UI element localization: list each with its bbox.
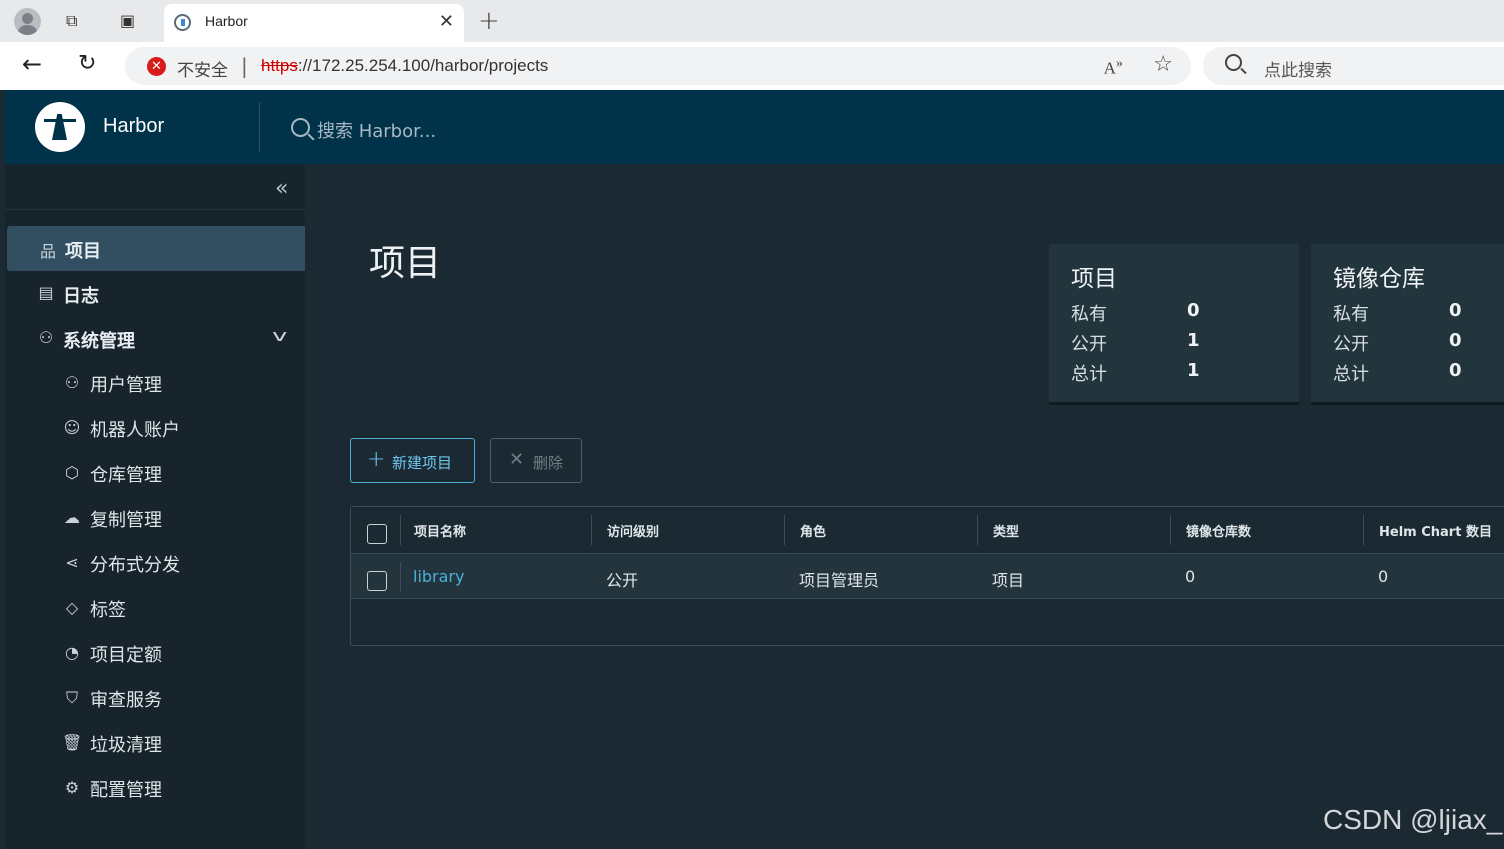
sidebar-item-projects[interactable]: 品 项目 — [7, 226, 305, 271]
back-arrow-icon[interactable]: ← — [22, 50, 42, 78]
replication-icon: ☁ — [64, 508, 80, 527]
tab-actions-icon[interactable]: ▣ — [120, 11, 135, 31]
sidebar-item-labels[interactable]: ◇ 标签 — [5, 586, 305, 631]
collections-icon[interactable]: ⧉ — [66, 11, 77, 31]
admin-icon: ⚇ — [38, 328, 54, 347]
plus-icon: + — [367, 447, 386, 472]
read-aloud-icon[interactable]: A» — [1104, 55, 1123, 79]
insecure-warning-icon[interactable]: ✕ — [147, 57, 166, 76]
profile-avatar[interactable] — [14, 8, 41, 35]
search-icon — [1225, 54, 1242, 71]
row-checkbox[interactable] — [367, 571, 387, 591]
collapse-sidebar-icon[interactable]: « — [275, 176, 288, 201]
sidebar-item-admin[interactable]: ⚇ 系统管理 v — [5, 316, 305, 361]
sidebar-item-replication[interactable]: ☁ 复制管理 — [5, 496, 305, 541]
app-header: Harbor 搜索 Harbor... — [5, 90, 1504, 164]
delete-button[interactable]: ✕ 删除 — [490, 438, 582, 483]
global-search-input[interactable]: 搜索 Harbor... — [291, 116, 591, 142]
projects-summary-card: 项目 私有 0 公开 1 总计 1 — [1049, 244, 1299, 402]
sidebar-item-gc[interactable]: 🗑 垃圾清理 — [5, 721, 305, 766]
sidebar-item-robot-accounts[interactable]: ☺ 机器人账户 — [5, 406, 305, 451]
brand-name[interactable]: Harbor — [103, 115, 164, 138]
refresh-icon[interactable]: ↻ — [78, 51, 96, 76]
trash-icon: 🗑 — [62, 733, 83, 752]
browser-tab-bar: ⧉ ▣ Harbor ✕ + — [0, 0, 1504, 42]
projects-table: 项目名称 访问级别 角色 类型 镜像仓库数 Helm Chart 数目 libr… — [350, 506, 1504, 646]
new-project-button[interactable]: + 新建项目 — [350, 438, 475, 483]
table-row[interactable]: library 公开 项目管理员 项目 0 0 — [351, 553, 1504, 599]
url-field[interactable]: ✕ 不安全 | https://172.25.254.100/harbor/pr… — [125, 47, 1191, 85]
tab-title: Harbor — [205, 13, 248, 29]
select-all-checkbox[interactable] — [367, 524, 387, 544]
url-text[interactable]: https://172.25.254.100/harbor/projects — [261, 56, 548, 76]
favorite-star-icon[interactable]: ☆ — [1153, 52, 1173, 77]
robot-icon: ☺ — [63, 418, 81, 437]
shield-icon: ⛉ — [65, 688, 78, 707]
distribution-icon: ⋖ — [65, 553, 79, 572]
tag-icon: ◇ — [65, 598, 79, 617]
project-icon: 品 — [39, 242, 56, 261]
sidebar-item-quotas[interactable]: ◔ 项目定额 — [5, 631, 305, 676]
sidebar: « 品 项目 ▤ 日志 ⚇ 系统管理 v ⚇ 用户管理 ☺ 机器人账户 ⬡ 仓库… — [5, 164, 305, 849]
security-label[interactable]: 不安全 — [177, 56, 228, 81]
column-helm-chart-count[interactable]: Helm Chart 数目 — [1379, 521, 1492, 540]
chevron-down-icon[interactable]: v — [272, 326, 287, 345]
close-icon: ✕ — [509, 449, 525, 470]
quota-icon: ◔ — [65, 643, 79, 662]
sidebar-item-users[interactable]: ⚇ 用户管理 — [5, 361, 305, 406]
harbor-favicon-icon — [174, 14, 191, 31]
search-icon — [291, 118, 310, 137]
sidebar-item-config[interactable]: ⚙ 配置管理 — [5, 766, 305, 811]
browser-tab[interactable]: Harbor ✕ — [164, 4, 464, 42]
gear-icon: ⚙ — [64, 778, 80, 797]
harbor-logo-icon[interactable] — [35, 102, 85, 152]
column-project-name[interactable]: 项目名称 — [414, 521, 466, 540]
column-access-level[interactable]: 访问级别 — [607, 521, 659, 540]
repositories-summary-card: 镜像仓库 私有 0 公开 0 总计 0 — [1311, 244, 1504, 402]
users-icon: ⚇ — [64, 373, 80, 392]
column-role[interactable]: 角色 — [800, 521, 826, 540]
main-content: 项目 项目 私有 0 公开 1 总计 1 镜像仓库 私有 0 公开 0 总计 0… — [305, 164, 1504, 849]
column-repo-count[interactable]: 镜像仓库数 — [1186, 521, 1251, 540]
sidebar-item-registries[interactable]: ⬡ 仓库管理 — [5, 451, 305, 496]
sidebar-item-interrogation[interactable]: ⛉ 审查服务 — [5, 676, 305, 721]
log-icon: ▤ — [38, 283, 54, 302]
new-tab-icon[interactable]: + — [478, 6, 500, 36]
column-type[interactable]: 类型 — [993, 521, 1019, 540]
tab-close-icon[interactable]: ✕ — [439, 11, 454, 32]
address-bar-row: ← ↻ ✕ 不安全 | https://172.25.254.100/harbo… — [0, 42, 1504, 90]
sidebar-item-distribution[interactable]: ⋖ 分布式分发 — [5, 541, 305, 586]
watermark: CSDN @ljiax_ — [1323, 804, 1503, 835]
registry-icon: ⬡ — [65, 463, 79, 482]
browser-search-input[interactable]: 点此搜索 — [1203, 47, 1504, 85]
page-title: 项目 — [369, 243, 442, 284]
table-header: 项目名称 访问级别 角色 类型 镜像仓库数 Helm Chart 数目 — [351, 507, 1504, 553]
sidebar-item-logs[interactable]: ▤ 日志 — [5, 271, 305, 316]
project-link[interactable]: library — [413, 567, 464, 586]
